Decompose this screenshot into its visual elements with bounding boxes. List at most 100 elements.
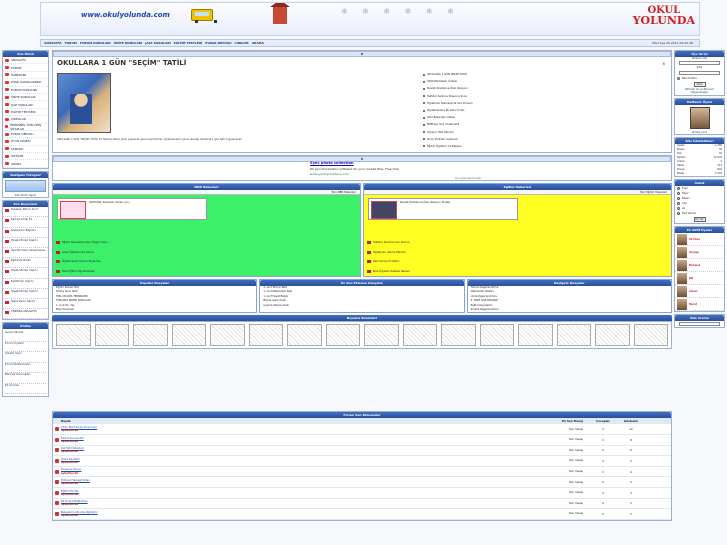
related-item[interactable]: 2009 Maddeleri Ünitesi — [423, 78, 523, 85]
menu-jale-sorulari[interactable]: JALE SORULARI — [145, 41, 171, 45]
member-name[interactable]: ahmet_sonu — [675, 131, 724, 134]
announcement-more-link[interactable]: YENİDEN ANASAYFA — [3, 309, 48, 320]
meb-news-item[interactable]: Öğretmenler Kurulu Toplantısı — [56, 257, 110, 267]
close-icon[interactable]: x — [663, 61, 665, 66]
poll-option[interactable]: Fark etmez — [675, 211, 724, 216]
related-item[interactable]: Eğitim Öğretim Yılı Başladı — [423, 143, 523, 150]
coloring-thumb[interactable] — [479, 324, 514, 347]
related-item[interactable]: MEB'den Yeni Yönetmelik — [423, 121, 523, 128]
sidebar-item-oyun-kosesi[interactable]: OYUN KÖŞESİ — [3, 138, 48, 146]
table-row[interactable]: Eğitim Portalı aykutkocak Yeni mesaj 0 3 — [53, 488, 671, 499]
announcement-item[interactable]: Haseki Birleri Yapımı — [3, 238, 48, 249]
meb-news-item[interactable]: Aday Öğretmenlik Sınavı — [56, 248, 110, 258]
table-row[interactable]: Deneme Sınavı aykutkocak Yeni mesaj 0 4 — [53, 467, 671, 478]
related-item[interactable]: Öğretmenlere Ek Ders Ücreti — [423, 107, 523, 114]
sidebar-item-egitim-testleri[interactable]: EĞİTİM TESTLERİ — [3, 109, 48, 117]
last-post[interactable]: Yeni mesaj — [439, 459, 589, 462]
radio-icon[interactable] — [677, 207, 680, 211]
education-news-item[interactable]: Hafızlar Kadrosu Son Durum — [367, 238, 410, 248]
topic-author[interactable]: aykutkocak — [61, 492, 78, 496]
topic-author[interactable]: aykutkocak — [61, 428, 78, 432]
ad-url[interactable]: www.synctoyourphone.com — [310, 172, 349, 176]
radio-icon[interactable] — [677, 192, 680, 196]
table-row[interactable]: Belgelerin Okuma Öğretimi aykutkocak Yeni … — [53, 509, 671, 520]
announcement-item[interactable]: Özel Birimleri Tamamlama — [3, 248, 48, 259]
topic-link[interactable]: 2011 Mart Sınav Duyurusu — [61, 425, 439, 429]
table-row[interactable]: Karne Sonrası Ek aykutkocak Yeni mesaj 0 8 — [53, 435, 671, 446]
topic-link[interactable]: Deneme Sınavı — [61, 468, 439, 471]
announcement-item[interactable]: Hepsi Birim Yapımı — [3, 299, 48, 310]
coloring-thumb[interactable] — [210, 324, 245, 347]
menu-egitim-testleri[interactable]: EĞİTİM TESTLERİ — [174, 41, 203, 45]
related-item[interactable]: Devlet Okullarına Özel Versiyon — [423, 85, 523, 92]
education-news-item[interactable]: Okul Servis Ücretleri — [367, 257, 410, 267]
last-post[interactable]: Yeni mesaj — [439, 512, 589, 515]
last-post[interactable]: Yeni mesaj — [439, 448, 589, 452]
top-member[interactable]: Canan — [675, 285, 724, 299]
related-item[interactable]: Hafızlar Kadrosu Başvuru Sonu — [423, 93, 523, 100]
meb-news-item[interactable]: Eğitim Kaynaklarından Özgün Soru... — [56, 238, 110, 248]
topic-link[interactable]: Fiziksel Hareket Ödev — [61, 478, 439, 482]
top-member[interactable]: Zeynep — [675, 246, 724, 260]
menu-forum[interactable]: FORUM — [65, 41, 77, 45]
topic-link[interactable]: Ek Dosya Bağlantısı — [61, 499, 439, 503]
related-item[interactable]: OKULLARA 1 GÜN SEÇİM TATİLİ — [423, 71, 523, 78]
menu-evrak-deposu[interactable]: EVRAK DEPOSU — [205, 41, 231, 45]
menu-forum-konulari[interactable]: FORUM KONULARI — [80, 41, 111, 45]
coloring-thumb[interactable] — [56, 324, 91, 347]
announcement-item[interactable]: Eşit Birleri Yapımı — [3, 279, 48, 289]
last-post[interactable]: Yeni mesaj — [439, 437, 589, 441]
sidebar-item-anasayfa[interactable]: ANASAYFA — [3, 57, 48, 65]
sidebar-item-jale-sorulari[interactable]: JALE SORULARI — [3, 101, 48, 109]
topic-link[interactable]: Yaz Tatil Ödevleri — [61, 446, 439, 450]
table-row[interactable]: Ek Dosya Bağlantısı aykutkocak Yeni mesaj 0… — [53, 499, 671, 510]
coloring-thumb[interactable] — [595, 324, 630, 347]
coloring-thumb[interactable] — [556, 324, 591, 347]
sidebar-item-haberler[interactable]: HABERLER — [3, 72, 48, 80]
remember-me[interactable]: Beni Hatırla — [675, 76, 724, 81]
related-item[interactable]: Okul Başarıları Listesi — [423, 114, 523, 121]
topic-author[interactable]: aykutkocak — [61, 471, 78, 475]
coloring-thumb[interactable] — [633, 324, 668, 347]
last-post[interactable]: Yeni mesaj — [439, 427, 589, 431]
coloring-thumb[interactable] — [287, 324, 322, 347]
login-button[interactable]: Giriş — [693, 81, 706, 87]
ad-title-link[interactable]: Sync photo collection — [310, 161, 354, 165]
sidebar-item-unite-konulari[interactable]: ÜNİTE KONULARI — [3, 94, 48, 102]
vote-button[interactable]: Oy Ver — [693, 217, 706, 223]
coloring-thumb[interactable] — [518, 324, 553, 347]
top-member[interactable]: Elif — [675, 272, 724, 286]
menu-unite-konulari[interactable]: ÜNİTE KONULARI — [114, 41, 143, 45]
site-url[interactable]: www.okulyolunda.com — [81, 11, 170, 19]
table-row[interactable]: 2011 Mart Sınav Duyurusu aykutkocak Yeni m… — [53, 424, 671, 435]
sidebar-item-forum[interactable]: FORUM — [3, 64, 48, 72]
education-news-item[interactable]: Meb Öğretim Kalitesi Raporu — [367, 267, 410, 277]
last-post[interactable]: Yeni mesaj — [439, 501, 589, 505]
topic-link[interactable]: Ödev Kayıtları — [61, 457, 439, 461]
username-input[interactable] — [679, 61, 720, 66]
education-news-item[interactable]: Öğretmen Atama Takvimi — [367, 248, 410, 258]
meb-news-item[interactable]: Özel Eğitim Öğretmenleri — [56, 267, 110, 277]
announcement-item[interactable]: Eğitimde Birleri — [3, 258, 48, 269]
sidebar-item-linkler[interactable]: LİNKLER — [3, 146, 48, 154]
radio-icon[interactable] — [677, 212, 680, 216]
topic-author[interactable]: aykutkocak — [61, 513, 78, 517]
radio-icon[interactable] — [677, 197, 680, 201]
meb-lead-story[interactable]: 2008 Meb Kadroları Yerleri için... — [57, 198, 207, 220]
coloring-thumb[interactable] — [248, 324, 283, 347]
top-member[interactable]: Murat — [675, 298, 724, 312]
random-photo[interactable] — [5, 179, 46, 192]
topic-author[interactable]: aykutkocak — [61, 460, 78, 464]
coloring-thumb[interactable] — [364, 324, 399, 347]
menu-linkler[interactable]: LİNKLER — [235, 41, 249, 45]
sidebar-item-evrak-deposu[interactable]: EVRAK DEPOSU — [3, 131, 48, 139]
table-row[interactable]: Ödev Kayıtları aykutkocak Yeni mesaj 0 5 — [53, 456, 671, 467]
site-logo[interactable]: OKUL YOLUNDA — [633, 6, 695, 27]
featured-title[interactable]: OKULLARA 1 GÜN "SEÇİM" TATİLİ — [57, 59, 186, 67]
announcement-item[interactable]: Haseken Birinci Sınıf — [3, 207, 48, 218]
sidebar-item-iletisim[interactable]: İLETİŞİM — [3, 153, 48, 161]
ads-by-google[interactable]: Google Reklamlar — [455, 176, 482, 180]
related-item[interactable]: Öğrenci Tatil Takvimi — [423, 129, 523, 136]
coloring-thumb[interactable] — [402, 324, 437, 347]
announcement-item[interactable]: Eşit Ayrıntılar Ek — [3, 217, 48, 228]
